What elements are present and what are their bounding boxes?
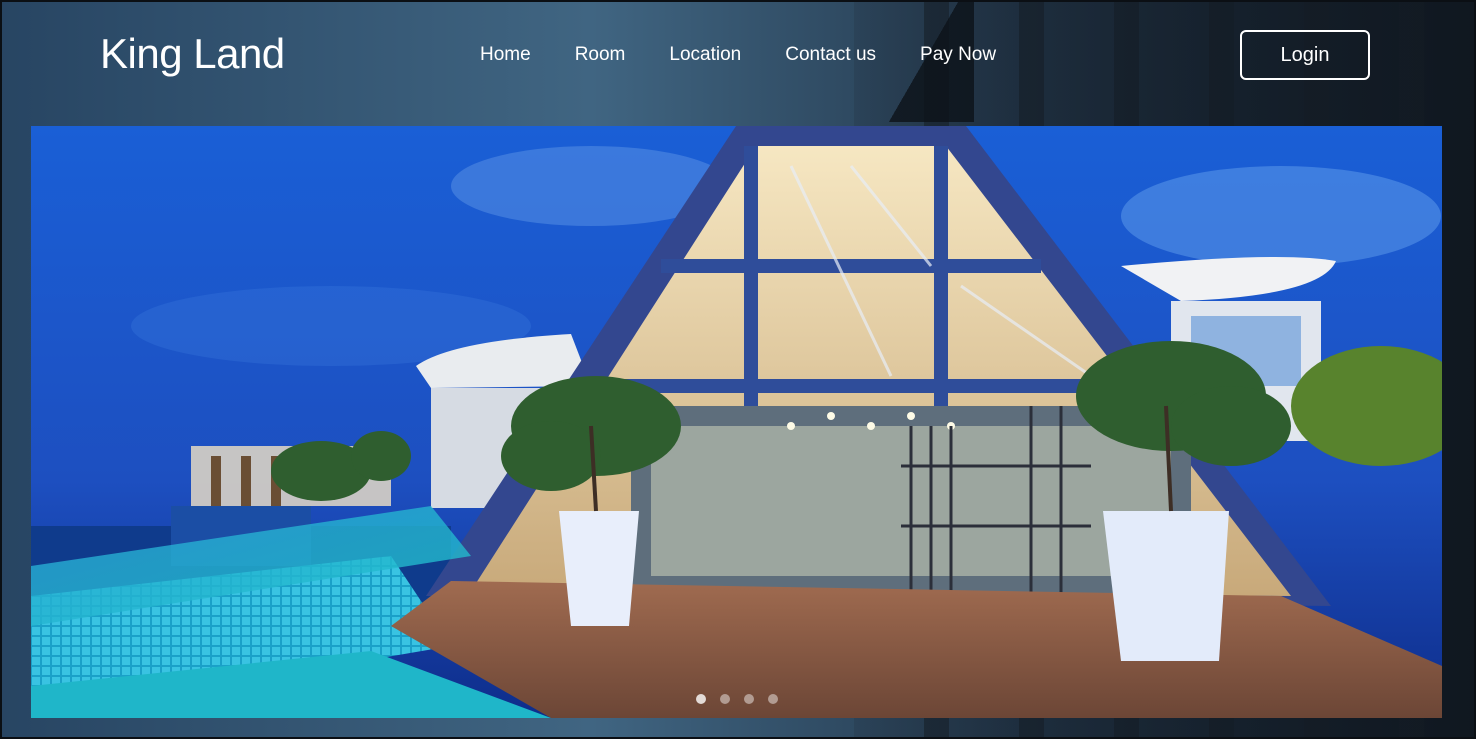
- login-button[interactable]: Login: [1240, 30, 1370, 80]
- nav-home[interactable]: Home: [480, 44, 531, 66]
- carousel-dot-1[interactable]: [695, 694, 706, 704]
- carousel-dot-4[interactable]: [767, 694, 778, 704]
- carousel-dot-2[interactable]: [719, 694, 730, 704]
- nav-contact-us[interactable]: Contact us: [785, 44, 876, 66]
- hero-image: [31, 126, 1442, 718]
- nav-location[interactable]: Location: [669, 44, 741, 66]
- hero-carousel[interactable]: [31, 126, 1442, 718]
- brand-logo[interactable]: King Land: [100, 30, 285, 78]
- nav-room[interactable]: Room: [575, 44, 626, 66]
- nav-pay-now[interactable]: Pay Now: [920, 44, 996, 66]
- page-frame: King Land Home Room Location Contact us …: [0, 0, 1476, 739]
- carousel-dot-3[interactable]: [743, 694, 754, 704]
- main-nav: Home Room Location Contact us Pay Now: [480, 44, 1040, 66]
- navbar: King Land Home Room Location Contact us …: [2, 2, 1474, 122]
- carousel-indicators: [31, 694, 1442, 704]
